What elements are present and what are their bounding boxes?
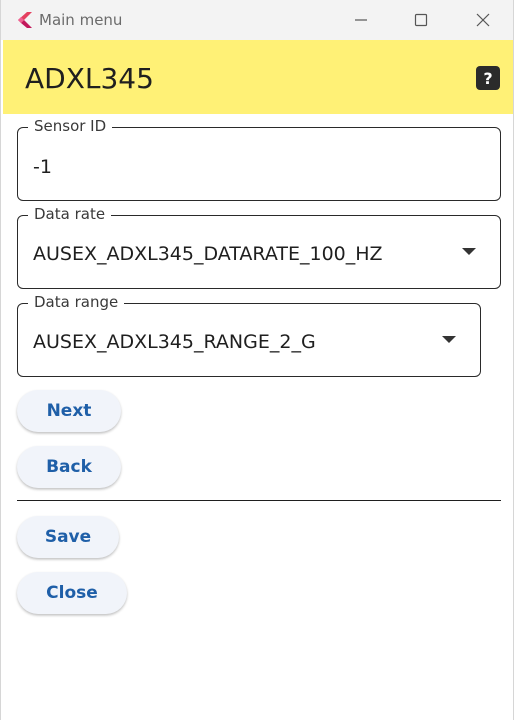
help-icon: ? [483, 68, 493, 88]
minimize-button[interactable] [331, 0, 391, 40]
app-bar: ADXL345 ? [3, 40, 513, 114]
dropdown-arrow-icon[interactable] [462, 248, 476, 255]
maximize-icon [414, 13, 428, 27]
sensor-id-value[interactable]: -1 [33, 156, 52, 178]
back-button[interactable]: Back [17, 446, 121, 488]
data-range-value: AUSEX_ADXL345_RANGE_2_G [33, 331, 316, 353]
page-title: ADXL345 [25, 62, 154, 95]
help-button[interactable]: ? [476, 66, 500, 90]
maximize-button[interactable] [391, 0, 451, 40]
minimize-icon [355, 19, 367, 21]
data-range-label: Data range [28, 293, 125, 311]
sensor-id-label: Sensor ID [28, 117, 113, 135]
data-rate-value: AUSEX_ADXL345_DATARATE_100_HZ [33, 243, 383, 265]
app-window: Main menu ADXL345 ? Sensor ID -1 Data ra… [0, 0, 514, 720]
dropdown-arrow-icon[interactable] [442, 336, 456, 343]
save-button[interactable]: Save [17, 516, 119, 558]
data-range-dropdown[interactable]: Data range AUSEX_ADXL345_RANGE_2_G [17, 293, 481, 377]
close-button[interactable]: Close [17, 572, 127, 614]
next-button[interactable]: Next [17, 390, 121, 432]
close-window-button[interactable] [453, 0, 513, 40]
close-icon [476, 13, 490, 27]
sensor-id-field[interactable]: Sensor ID -1 [17, 117, 501, 201]
flutter-logo-icon [18, 12, 32, 28]
data-rate-dropdown[interactable]: Data rate AUSEX_ADXL345_DATARATE_100_HZ [17, 205, 501, 289]
data-rate-label: Data rate [28, 205, 112, 223]
window-title: Main menu [39, 11, 123, 29]
divider [17, 500, 501, 501]
title-bar[interactable]: Main menu [1, 0, 513, 40]
